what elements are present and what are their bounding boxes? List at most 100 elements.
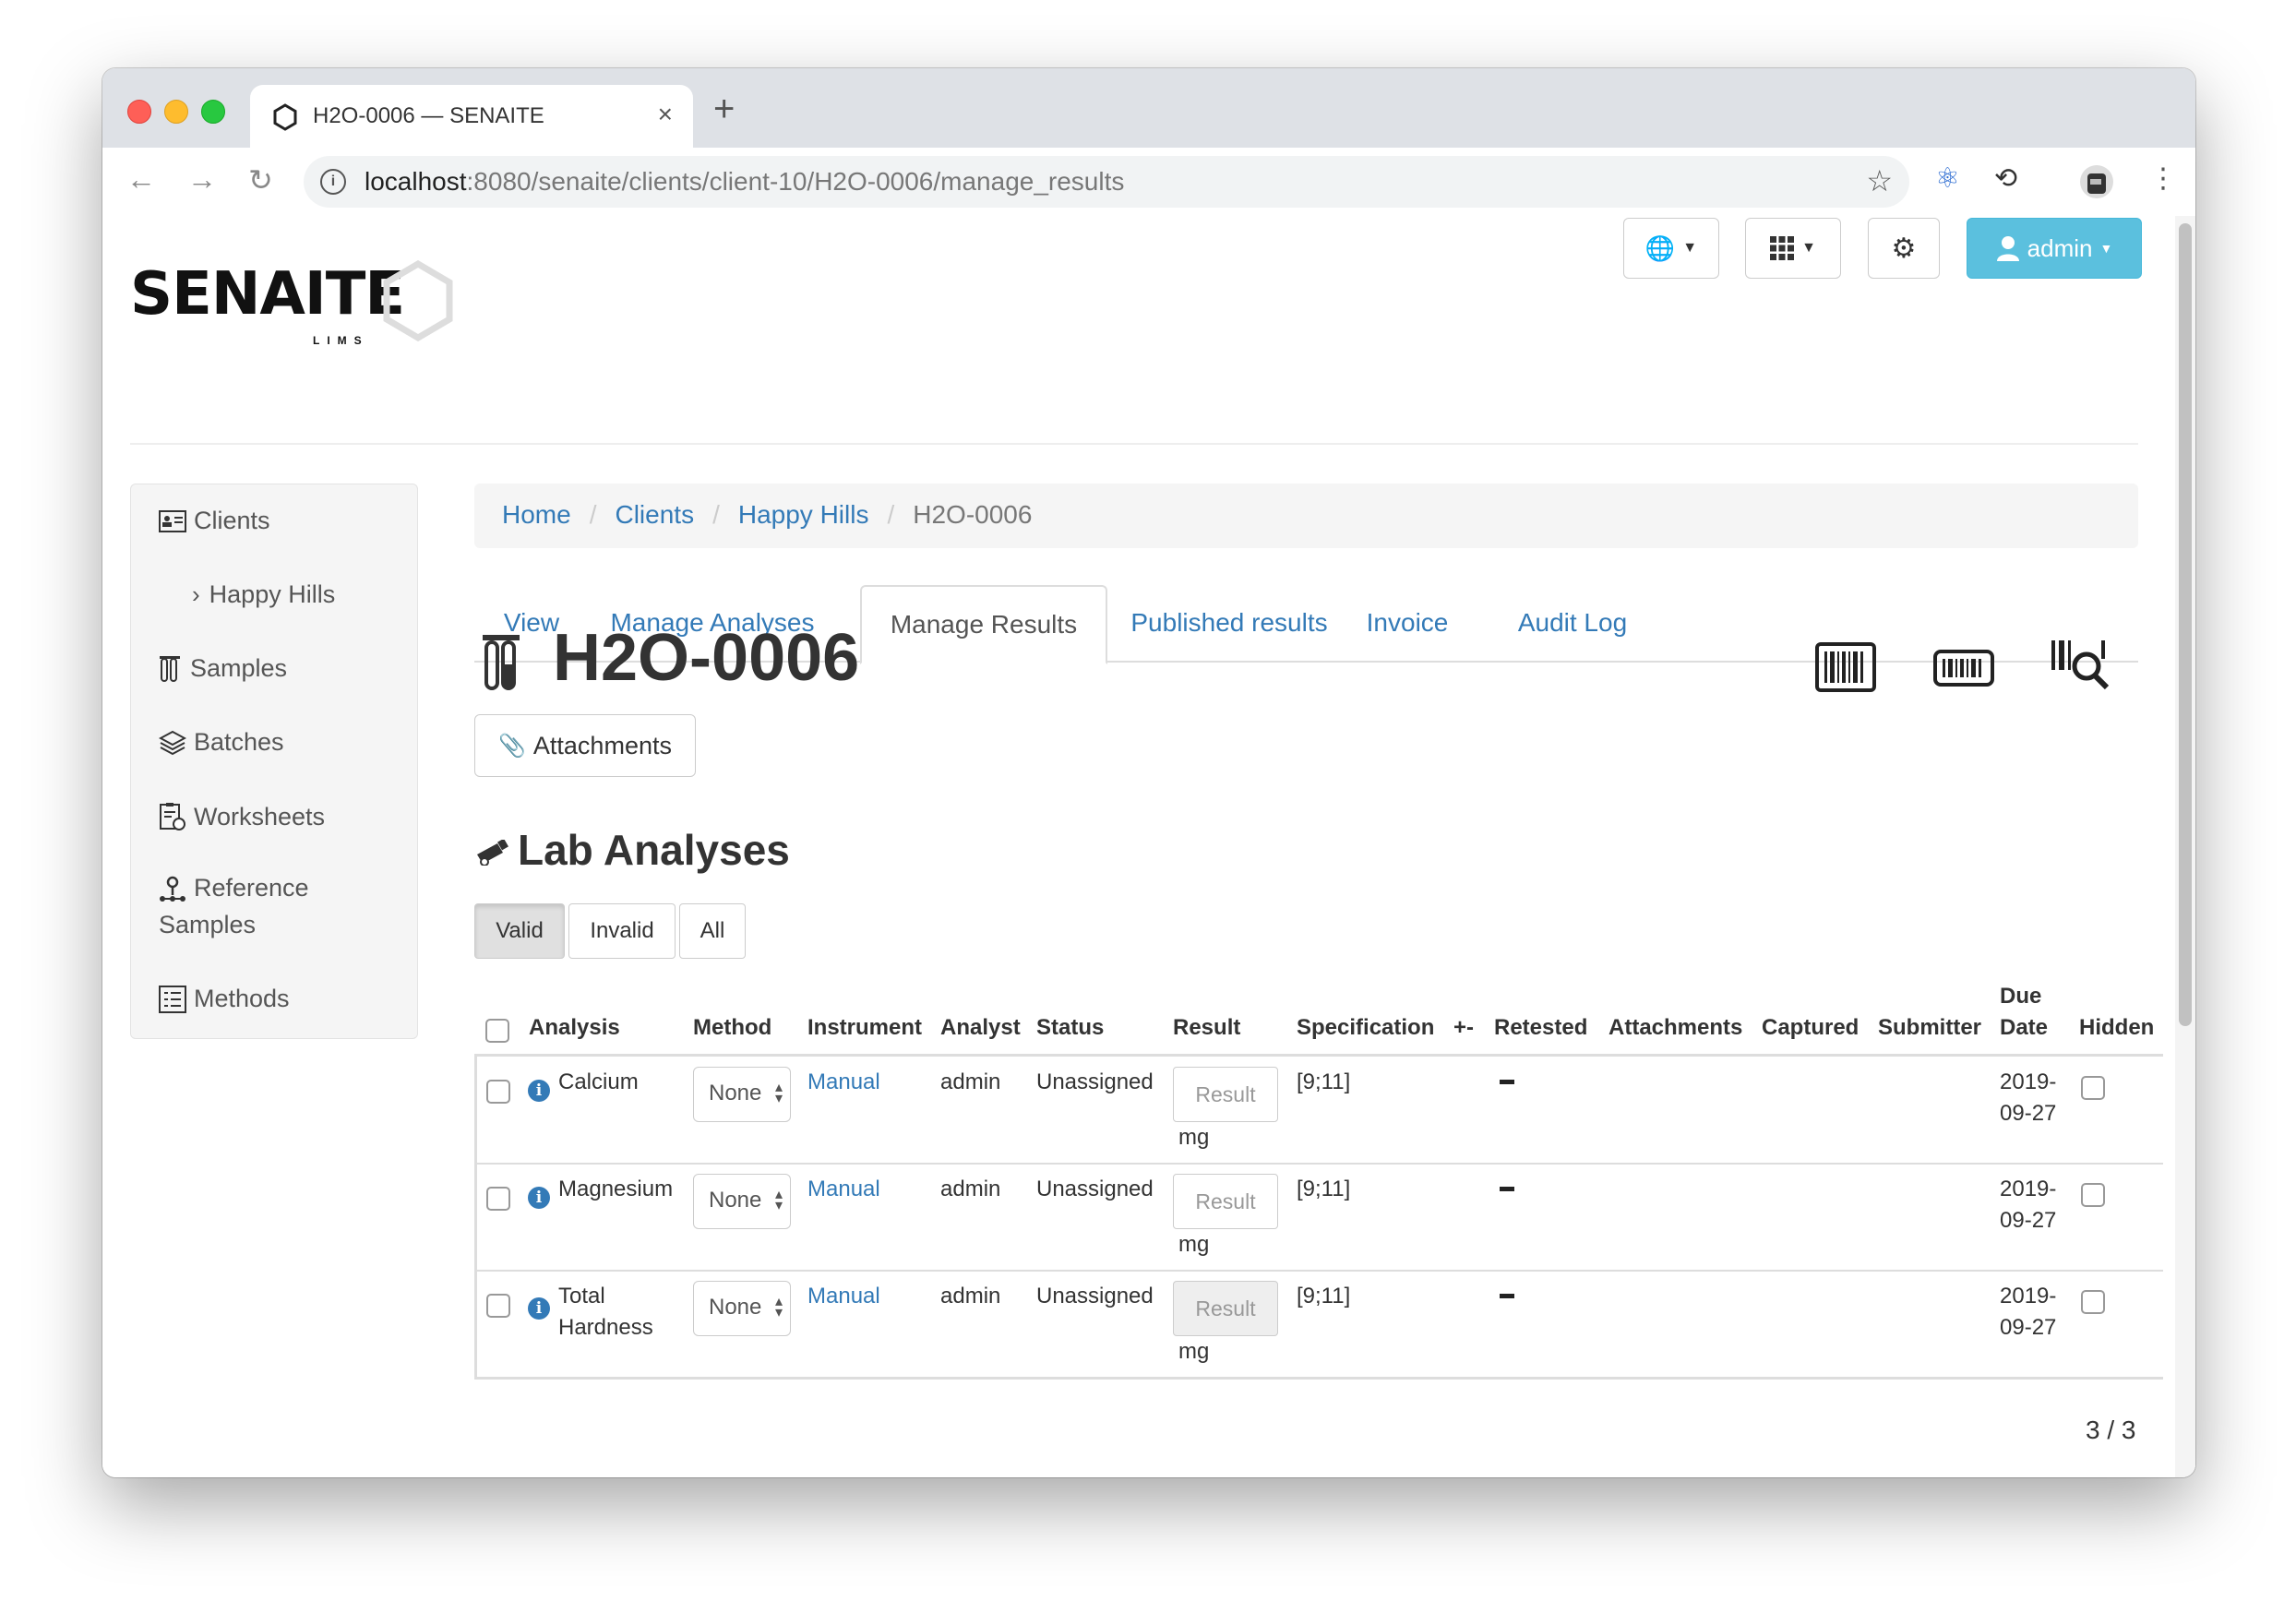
tab-audit-log[interactable]: Audit Log [1499,585,1646,661]
sidebar-item-reference-samples-line2[interactable]: Samples [159,911,256,939]
settings-button[interactable]: ⚙ [1868,218,1940,279]
browser-menu-kebab-icon[interactable]: ⋮ [2149,162,2177,195]
column-header-status[interactable]: Status [1036,1015,1104,1041]
sidebar-item-methods[interactable]: Methods [159,985,290,1013]
select-updown-icon: ▴ ▾ [774,1294,783,1320]
senaite-logo[interactable]: SENAITE LIMS [130,260,453,347]
analysis-name: Total [558,1284,605,1308]
breadcrumb-separator: / [589,500,597,529]
maximize-window-button[interactable] [201,100,225,124]
info-icon[interactable]: i [528,1297,550,1320]
hidden-checkbox[interactable] [2081,1076,2105,1100]
barcode-search-icon[interactable] [2050,637,2114,690]
sample-tubes-icon [160,655,180,682]
analyst-value: admin [940,1284,1001,1308]
hidden-checkbox[interactable] [2081,1183,2105,1207]
result-input[interactable]: Result [1173,1067,1278,1122]
browser-tabbar: H2O-0006 — SENAITE × + [102,68,2195,148]
info-icon[interactable]: i [320,169,346,195]
due-date-line2: 09-27 [2000,1315,2057,1340]
forward-arrow-icon[interactable]: → [187,162,217,197]
filter-invalid-button[interactable]: Invalid [568,903,676,959]
analysis-name: Calcium [558,1069,639,1094]
url-text[interactable]: localhost:8080/senaite/clients/client-10… [365,167,1124,197]
bookmark-star-icon[interactable]: ☆ [1866,163,1893,198]
column-header-specification[interactable]: Specification [1297,1015,1434,1041]
sidebar-item-label: Reference [194,874,309,902]
row-select-checkbox[interactable] [486,1080,510,1104]
method-select[interactable]: None ▴ ▾ [693,1174,791,1229]
column-header-submitter[interactable]: Submitter [1878,1015,1981,1041]
breadcrumb-clients[interactable]: Clients [615,500,694,530]
react-devtools-icon[interactable]: ⚛ [1935,162,1960,195]
header-divider [130,443,2138,445]
page-scrollbar[interactable] [2175,216,2195,1477]
result-input[interactable]: Result [1173,1281,1278,1336]
info-icon[interactable]: i [528,1080,550,1102]
profile-avatar-icon[interactable] [2079,164,2114,199]
close-icon[interactable]: × [658,100,673,129]
column-header-instrument[interactable]: Instrument [807,1015,922,1041]
sidebar-item-clients[interactable]: Clients [159,507,270,535]
column-header-due-date-line1[interactable]: Due [2000,984,2041,1010]
status-value: Unassigned [1036,1177,1154,1201]
column-header-hidden[interactable]: Hidden [2079,1015,2154,1041]
close-window-button[interactable] [127,100,151,124]
column-header-analysis[interactable]: Analysis [529,1015,620,1041]
tab-invoice[interactable]: Invoice [1347,585,1467,661]
select-updown-icon: ▴ ▾ [774,1187,783,1213]
sync-extension-icon[interactable]: ⟲ [1994,162,2017,195]
table-header-border [474,1054,2163,1057]
address-bar[interactable]: i localhost:8080/senaite/clients/client-… [304,156,1909,208]
column-header-result[interactable]: Result [1173,1015,1240,1041]
minimize-window-button[interactable] [164,100,188,124]
status-value: Unassigned [1036,1069,1154,1094]
instrument-link[interactable]: Manual [807,1281,880,1312]
logo-subtext: LIMS [313,334,369,347]
specification-value: [9;11] [1297,1177,1351,1201]
sidebar-item-reference-samples[interactable]: Reference [159,874,309,902]
admin-user-menu-button[interactable]: admin ▼ [1967,218,2142,279]
instrument-link[interactable]: Manual [807,1174,880,1205]
column-header-due-date-line2[interactable]: Date [2000,1015,2048,1041]
column-header-captured[interactable]: Captured [1762,1015,1859,1041]
chevron-right-icon: › [192,580,200,608]
new-tab-plus-icon[interactable]: + [713,89,735,130]
sidebar-item-samples[interactable]: Samples [159,654,287,683]
result-input[interactable]: Result [1173,1174,1278,1229]
language-dropdown-button[interactable]: 🌐 ▼ [1623,218,1719,279]
column-header-plusminus[interactable]: +- [1453,1015,1474,1041]
column-header-retested[interactable]: Retested [1494,1015,1587,1041]
retested-none-icon [1500,1080,1514,1084]
barcode-small-sticker-icon[interactable] [1933,650,1994,687]
sidebar-item-worksheets[interactable]: Worksheets [159,802,325,831]
instrument-link[interactable]: Manual [807,1067,880,1098]
back-arrow-icon[interactable]: ← [126,162,156,197]
filter-valid-button[interactable]: Valid [474,903,565,959]
filter-all-button[interactable]: All [679,903,746,959]
tab-published-results[interactable]: Published results [1120,585,1338,661]
row-select-checkbox[interactable] [486,1294,510,1318]
sidebar-item-label: Methods [194,985,290,1012]
barcode-sticker-icon[interactable] [1815,642,1876,692]
browser-tab-active[interactable]: H2O-0006 — SENAITE × [250,85,693,148]
breadcrumb-client[interactable]: Happy Hills [738,500,869,530]
hidden-checkbox[interactable] [2081,1290,2105,1314]
reload-icon[interactable]: ↻ [248,162,273,197]
table-bottom-border [474,1377,2163,1380]
tab-manage-results[interactable]: Manage Results [860,585,1107,664]
select-all-checkbox[interactable] [485,1019,509,1043]
column-header-analyst[interactable]: Analyst [940,1015,1021,1041]
apps-dropdown-button[interactable]: ▼ [1745,218,1841,279]
row-select-checkbox[interactable] [486,1187,510,1211]
attachments-button[interactable]: 📎 Attachments [474,714,696,777]
method-select[interactable]: None ▴ ▾ [693,1067,791,1122]
column-header-attachments[interactable]: Attachments [1608,1015,1742,1041]
method-select[interactable]: None ▴ ▾ [693,1281,791,1336]
column-header-method[interactable]: Method [693,1015,771,1041]
sidebar-item-batches[interactable]: Batches [159,728,284,757]
sidebar-item-happy-hills[interactable]: › Happy Hills [192,580,335,609]
scrollbar-thumb[interactable] [2179,223,2192,1026]
info-icon[interactable]: i [528,1187,550,1209]
breadcrumb-home[interactable]: Home [502,500,571,530]
